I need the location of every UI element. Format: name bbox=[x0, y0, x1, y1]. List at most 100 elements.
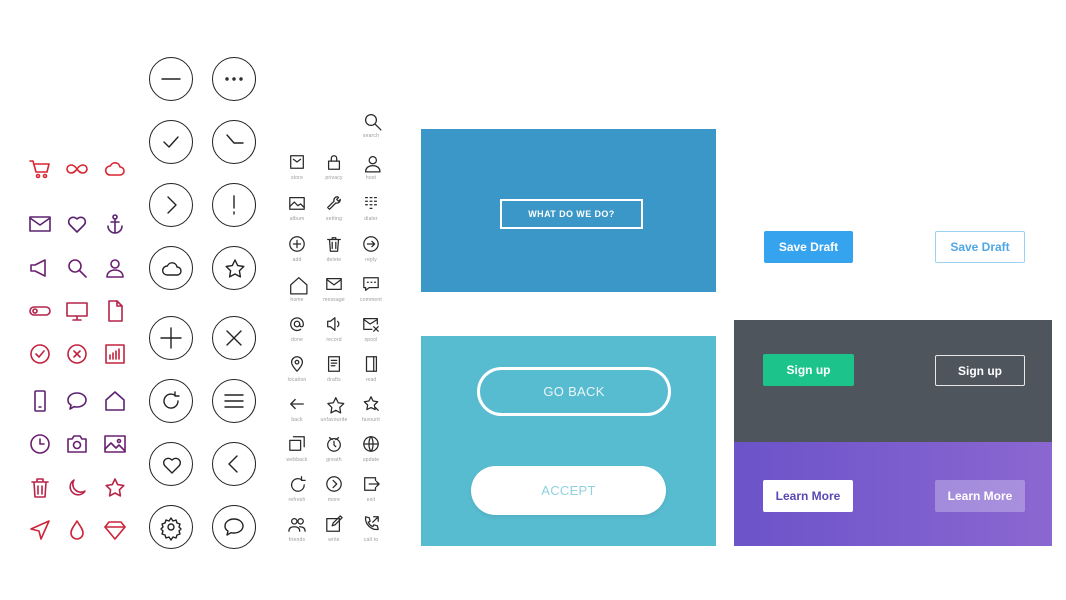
chevron-right-icon bbox=[149, 183, 193, 227]
small-icon-label: friends bbox=[288, 537, 306, 543]
accept-button[interactable]: ACCEPT bbox=[471, 466, 666, 515]
search-icon bbox=[65, 256, 89, 280]
small-back-icon: back bbox=[277, 395, 317, 431]
small-icon-label: record bbox=[326, 337, 342, 343]
menu-icon bbox=[212, 379, 256, 423]
small-icon-label: favourit bbox=[362, 417, 380, 423]
home-icon bbox=[103, 389, 127, 413]
go-back-button[interactable]: GO BACK bbox=[477, 367, 671, 416]
small-icon-label: host bbox=[365, 175, 377, 181]
check-icon bbox=[149, 120, 193, 164]
small-home-icon: home bbox=[277, 275, 317, 311]
small-read-icon: read bbox=[351, 355, 391, 391]
small-icon-label: reply bbox=[365, 257, 377, 263]
small-album-icon: album bbox=[277, 194, 317, 230]
small-icon-label: message bbox=[323, 297, 345, 303]
small-star-icon: unfavourite bbox=[314, 395, 354, 431]
small-icon-label: webback bbox=[286, 457, 308, 463]
small-stack-icon: webback bbox=[277, 435, 317, 471]
small-refresh-icon: refresh bbox=[277, 475, 317, 511]
learn-more-solid-button[interactable]: Learn More bbox=[763, 480, 853, 512]
small-icon-label: location bbox=[287, 377, 307, 383]
bar-chart-icon bbox=[103, 342, 127, 366]
small-icon-label: home bbox=[290, 297, 304, 303]
refresh-icon bbox=[149, 379, 193, 423]
save-draft-outline-button[interactable]: Save Draft bbox=[935, 231, 1025, 263]
exclamation-icon bbox=[212, 183, 256, 227]
small-icon-label: refresh bbox=[288, 497, 306, 503]
toggle-icon bbox=[28, 299, 52, 323]
sign-up-solid-button[interactable]: Sign up bbox=[763, 354, 854, 386]
small-icon-label: drafts bbox=[327, 377, 341, 383]
small-comment-icon: comment bbox=[351, 275, 391, 311]
save-draft-solid-button[interactable]: Save Draft bbox=[764, 231, 853, 263]
minus-icon bbox=[149, 57, 193, 101]
small-save-icon: store bbox=[277, 153, 317, 189]
mail-icon bbox=[28, 212, 52, 236]
small-icon-label: done bbox=[291, 337, 303, 343]
small-search-icon: search bbox=[351, 111, 391, 147]
clock-icon bbox=[28, 432, 52, 456]
x-circle-icon bbox=[65, 342, 89, 366]
user-icon bbox=[103, 256, 127, 280]
small-icon-label: greath bbox=[326, 457, 342, 463]
small-delete-icon: delete bbox=[314, 235, 354, 271]
chat-bubble-icon bbox=[65, 389, 89, 413]
small-icon-label: privacy bbox=[325, 175, 343, 181]
small-at-icon: done bbox=[277, 315, 317, 351]
small-icon-label: update bbox=[362, 457, 380, 463]
small-icon-label: back bbox=[291, 417, 303, 423]
cart-icon bbox=[28, 157, 52, 181]
what-do-we-do-button[interactable]: WHAT DO WE DO? bbox=[500, 199, 643, 229]
cloud-icon bbox=[149, 246, 193, 290]
small-call-icon: call to bbox=[351, 515, 391, 551]
small-mail-x-icon: spool bbox=[351, 315, 391, 351]
small-exit-icon: exit bbox=[351, 475, 391, 511]
small-next-icon: more bbox=[314, 475, 354, 511]
small-message-icon: message bbox=[314, 275, 354, 311]
star-icon bbox=[212, 246, 256, 290]
chevron-left-icon bbox=[212, 442, 256, 486]
check-circle-icon bbox=[28, 342, 52, 366]
drop-icon bbox=[65, 518, 89, 542]
small-icon-label: search bbox=[362, 133, 380, 139]
phone-icon bbox=[28, 389, 52, 413]
plus-icon bbox=[149, 316, 193, 360]
diamond-icon bbox=[103, 518, 127, 542]
anchor-icon bbox=[103, 212, 127, 236]
settings-icon bbox=[149, 505, 193, 549]
close-icon bbox=[212, 316, 256, 360]
small-icon-label: comment bbox=[360, 297, 382, 303]
small-icon-label: read bbox=[365, 377, 377, 383]
learn-more-ghost-button[interactable]: Learn More bbox=[935, 480, 1025, 512]
small-wrench-icon: setting bbox=[314, 194, 354, 230]
small-icon-label: exit bbox=[366, 497, 376, 503]
heart-icon bbox=[65, 212, 89, 236]
small-icon-label: album bbox=[289, 216, 305, 222]
moon-icon bbox=[65, 476, 89, 500]
chat-icon bbox=[212, 505, 256, 549]
star-icon bbox=[103, 476, 127, 500]
small-icon-label: write bbox=[328, 537, 340, 543]
small-icon-label: add bbox=[292, 257, 302, 263]
small-keypad-icon: dialer bbox=[351, 194, 391, 230]
small-icon-label: store bbox=[290, 175, 304, 181]
small-people-icon: friends bbox=[277, 515, 317, 551]
small-volume-icon: record bbox=[314, 315, 354, 351]
cloud-icon bbox=[103, 157, 127, 181]
small-edit-icon: write bbox=[314, 515, 354, 551]
sign-up-outline-button[interactable]: Sign up bbox=[935, 355, 1025, 386]
small-user-icon: host bbox=[351, 153, 391, 189]
small-icon-label: unfavourite bbox=[320, 417, 348, 423]
more-icon bbox=[212, 57, 256, 101]
document-icon bbox=[103, 299, 127, 323]
small-location-icon: location bbox=[277, 355, 317, 391]
trash-icon bbox=[28, 476, 52, 500]
small-icon-label: setting bbox=[325, 216, 343, 222]
small-drafts-icon: drafts bbox=[314, 355, 354, 391]
small-favourite-icon: favourit bbox=[351, 395, 391, 431]
small-icon-label: more bbox=[327, 497, 341, 503]
small-globe-icon: update bbox=[351, 435, 391, 471]
send-icon bbox=[28, 518, 52, 542]
small-add-icon: add bbox=[277, 235, 317, 271]
